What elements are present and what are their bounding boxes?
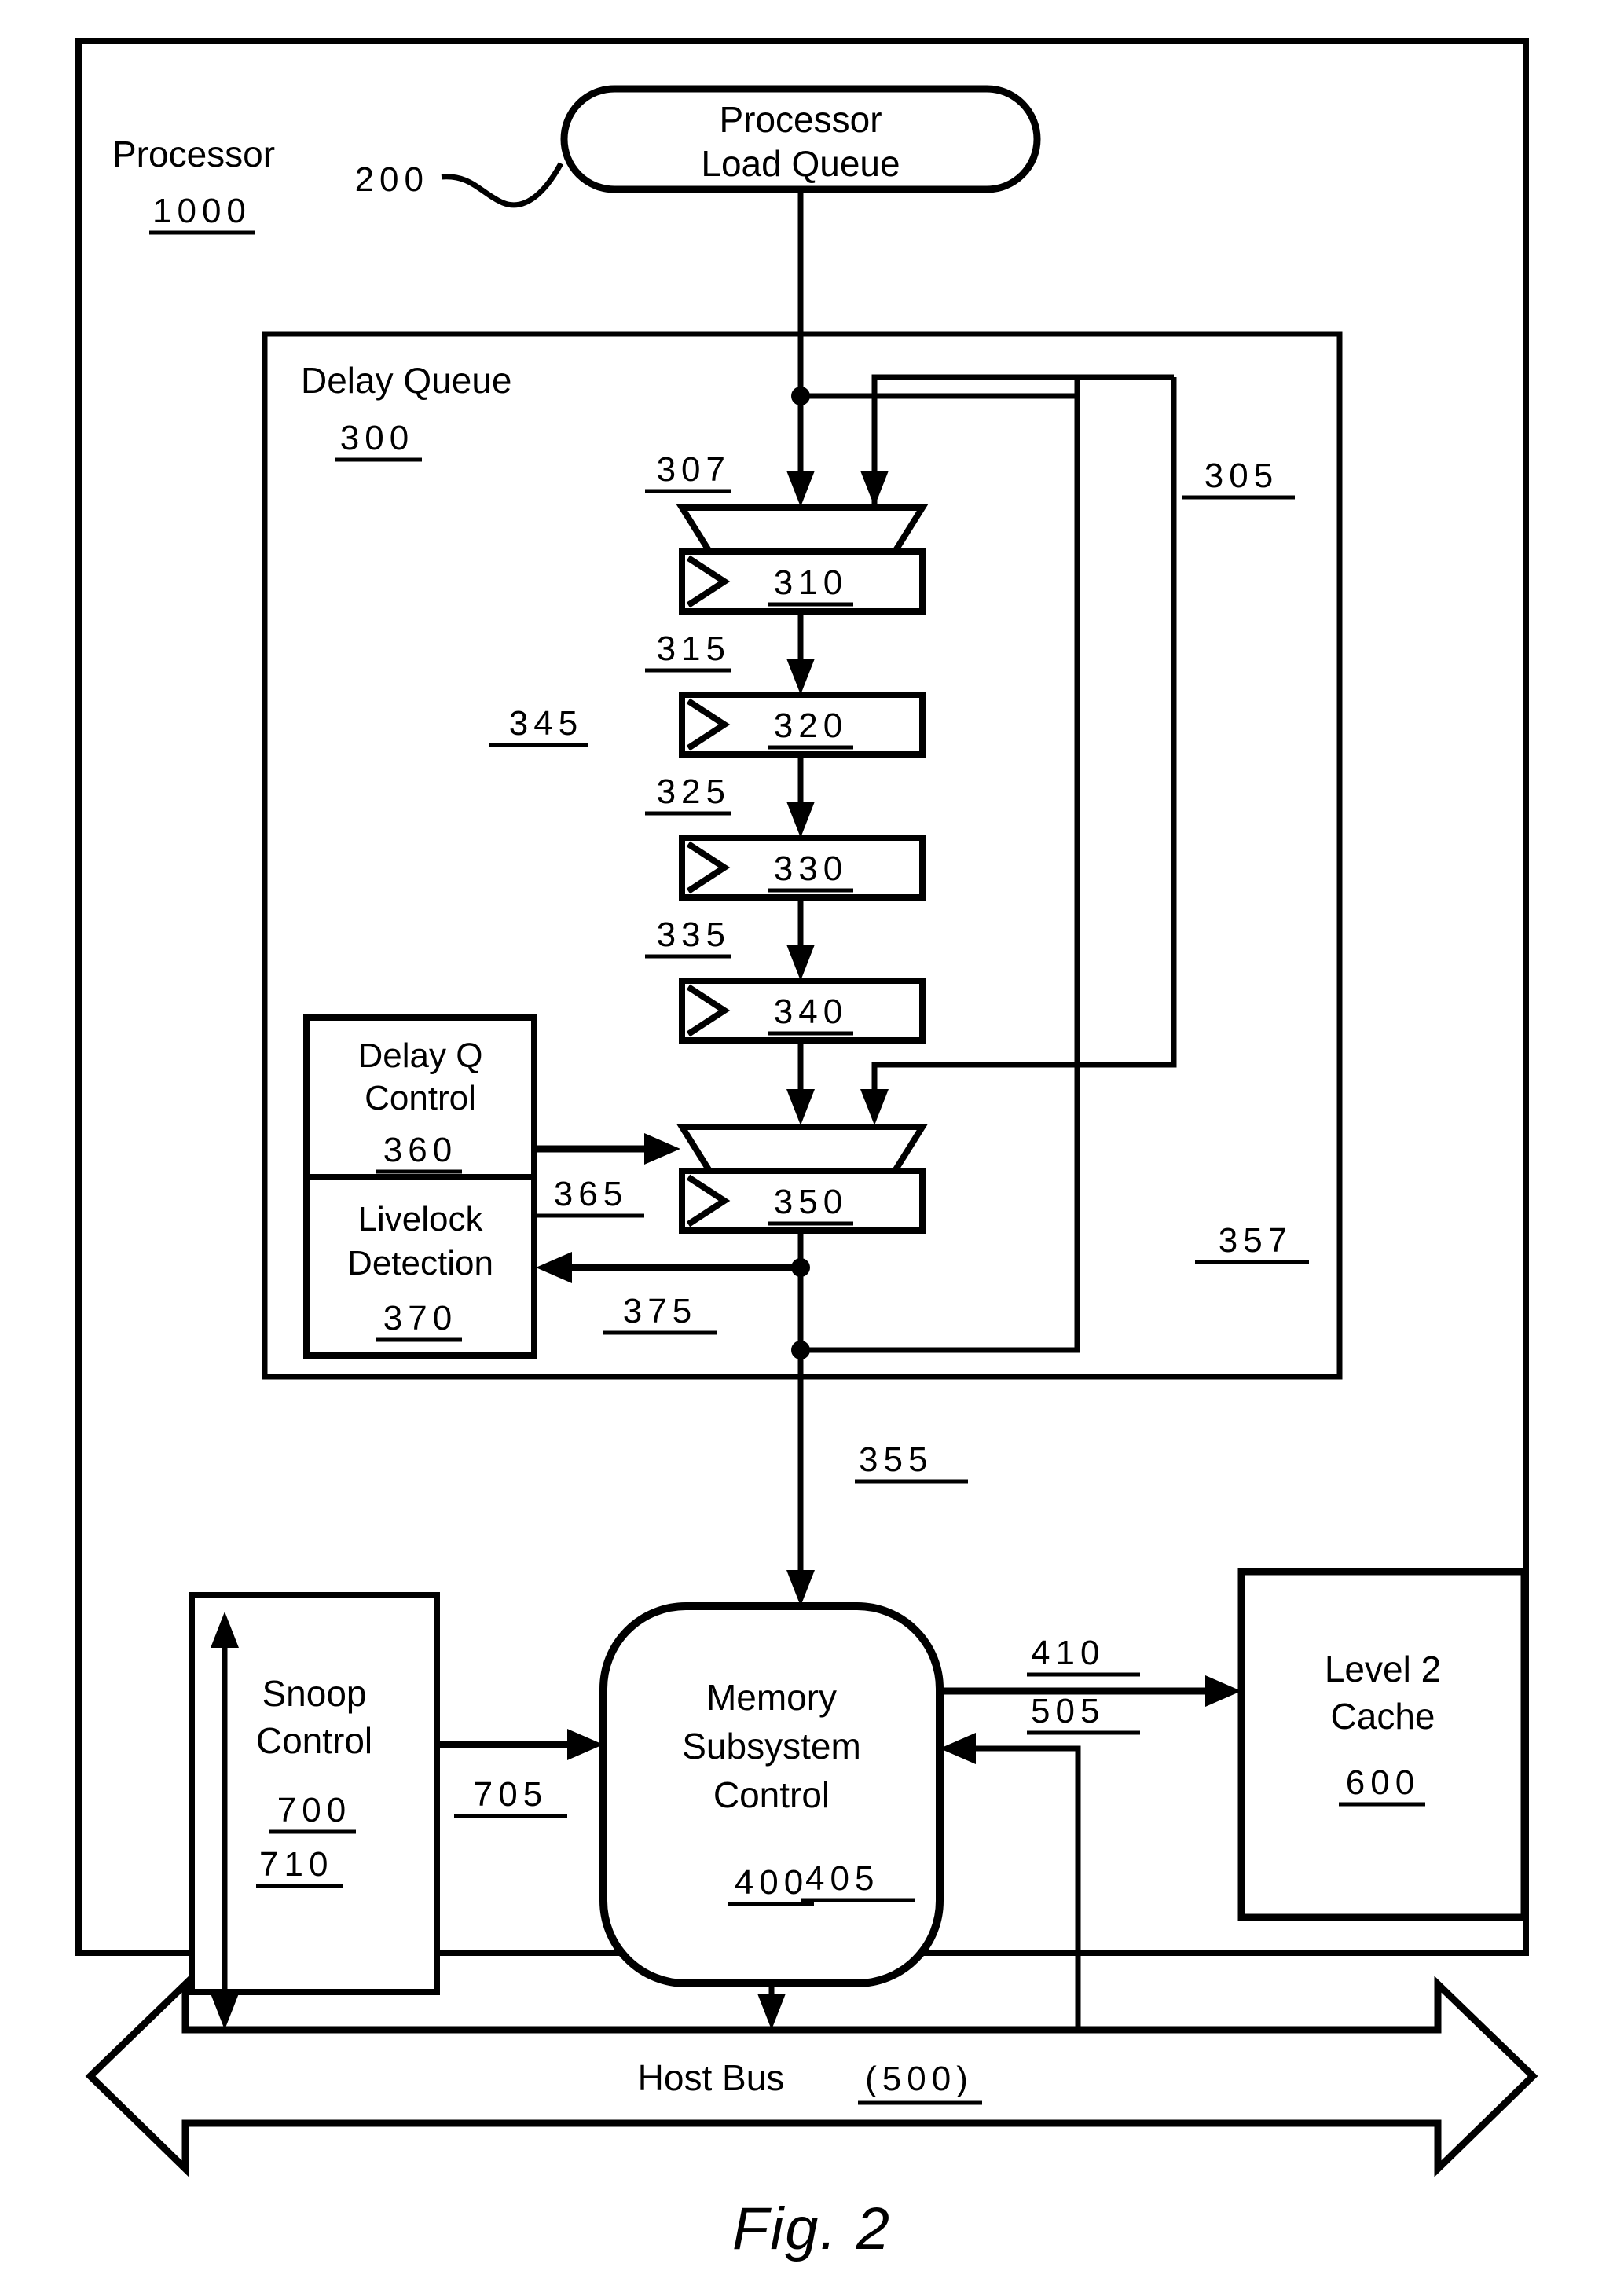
- msc-line3: Control: [713, 1774, 830, 1815]
- signal-365-ref: 365: [554, 1175, 628, 1213]
- msc-ref: 400: [735, 1863, 808, 1902]
- l2-cache-ref: 600: [1346, 1763, 1420, 1802]
- signal-710-ref: 710: [259, 1845, 333, 1884]
- delay-queue-ref: 300: [340, 419, 414, 457]
- delay-q-control-line2: Control: [365, 1079, 476, 1117]
- processor-ref: 1000: [152, 192, 251, 230]
- delay-q-control-ref: 360: [383, 1131, 457, 1169]
- signal-315-ref: 315: [657, 629, 731, 668]
- register-310-ref: 310: [774, 563, 848, 602]
- figure-caption: Fig. 2: [732, 2196, 891, 2262]
- signal-505-ref: 505: [1031, 1692, 1105, 1730]
- snoop-control-line1: Snoop: [262, 1673, 366, 1714]
- register-340-ref: 340: [774, 992, 848, 1031]
- host-bus-label: Host Bus: [638, 2057, 785, 2098]
- l2-cache-line1: Level 2: [1325, 1649, 1441, 1689]
- signal-405-ref: 405: [805, 1859, 879, 1898]
- signal-307-ref: 307: [657, 450, 731, 489]
- register-330-ref: 330: [774, 849, 848, 888]
- livelock-ref: 370: [383, 1299, 457, 1337]
- msc-line2: Subsystem: [682, 1726, 861, 1767]
- level2-cache-box: [1237, 1568, 1528, 1921]
- register-320-ref: 320: [774, 706, 848, 745]
- processor-label: Processor: [112, 134, 275, 174]
- snoop-control-line2: Control: [256, 1720, 372, 1761]
- livelock-line1: Livelock: [358, 1200, 484, 1238]
- delay-q-control-line1: Delay Q: [358, 1036, 483, 1075]
- signal-375-ref: 375: [623, 1292, 697, 1330]
- signal-355-ref: 355: [859, 1440, 933, 1479]
- register-350-ref: 350: [774, 1183, 848, 1221]
- signal-305-ref: 305: [1204, 457, 1278, 495]
- msc-line1: Memory: [706, 1677, 837, 1718]
- figure-2-diagram: Processor 1000 Processor Load Queue 200 …: [0, 0, 1624, 2293]
- signal-335-ref: 335: [657, 915, 731, 954]
- load-queue-ref: 200: [355, 160, 429, 199]
- snoop-control-ref: 700: [277, 1791, 351, 1829]
- delay-queue-label: Delay Queue: [301, 360, 512, 401]
- bus-345-ref: 345: [509, 704, 583, 743]
- mux-307: [676, 504, 929, 555]
- signal-705-ref: 705: [474, 1775, 548, 1814]
- livelock-line2: Detection: [347, 1244, 493, 1282]
- mux-350: [676, 1124, 929, 1174]
- load-queue-line2: Load Queue: [701, 143, 900, 184]
- signal-357-ref: 357: [1219, 1221, 1292, 1260]
- signal-410-ref: 410: [1031, 1634, 1105, 1672]
- l2-cache-line2: Cache: [1331, 1696, 1435, 1737]
- host-bus-ref: (500): [865, 2060, 973, 2098]
- load-queue-line1: Processor: [719, 99, 882, 140]
- signal-325-ref: 325: [657, 772, 731, 811]
